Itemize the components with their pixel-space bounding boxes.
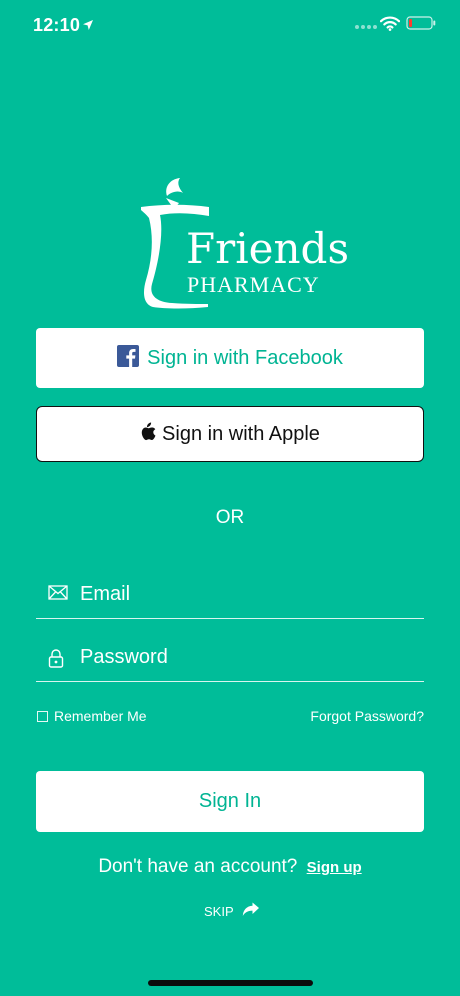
password-input[interactable]: [80, 642, 410, 672]
or-divider: OR: [215, 507, 245, 528]
remember-me-checkbox[interactable]: [37, 710, 48, 722]
skip-label: SKIP: [204, 903, 234, 919]
friends-pharmacy-logo: Friends PHARMACY: [138, 176, 349, 310]
wifi-icon: [379, 16, 401, 36]
sign-in-button[interactable]: Sign In: [36, 771, 424, 832]
location-arrow-icon: [82, 18, 94, 36]
email-input[interactable]: [80, 579, 410, 609]
facebook-icon: [117, 344, 140, 372]
envelope-icon: [48, 585, 68, 605]
apple-icon: [140, 422, 156, 446]
remember-me[interactable]: Remember Me: [37, 708, 147, 724]
skip-button[interactable]: SKIP: [204, 902, 260, 920]
status-bar: 12:10: [0, 0, 460, 50]
logo-brand-text: Friends: [186, 224, 349, 273]
email-field[interactable]: [36, 565, 424, 619]
signup-row: Don't have an account? Sign up: [0, 856, 460, 878]
facebook-button-label: Sign in with Facebook: [147, 346, 343, 369]
logo-subtitle: PHARMACY: [187, 272, 320, 297]
apple-button-label: Sign in with Apple: [162, 422, 320, 445]
share-arrow-icon: [242, 902, 260, 920]
signal-dots-icon: [355, 25, 377, 29]
sign-in-facebook-button[interactable]: Sign in with Facebook: [36, 328, 424, 388]
signup-prompt: Don't have an account?: [98, 856, 298, 877]
forgot-password-link[interactable]: Forgot Password?: [310, 708, 424, 724]
lock-icon: [48, 648, 64, 673]
remember-me-label: Remember Me: [54, 708, 147, 724]
sign-up-link[interactable]: Sign up: [307, 859, 362, 876]
password-field[interactable]: [36, 628, 424, 682]
status-time: 12:10: [33, 15, 81, 35]
sign-in-button-label: Sign In: [198, 790, 262, 812]
home-indicator[interactable]: [148, 980, 313, 986]
battery-low-icon: [406, 16, 436, 36]
sign-in-apple-button[interactable]: Sign in with Apple: [36, 406, 424, 462]
